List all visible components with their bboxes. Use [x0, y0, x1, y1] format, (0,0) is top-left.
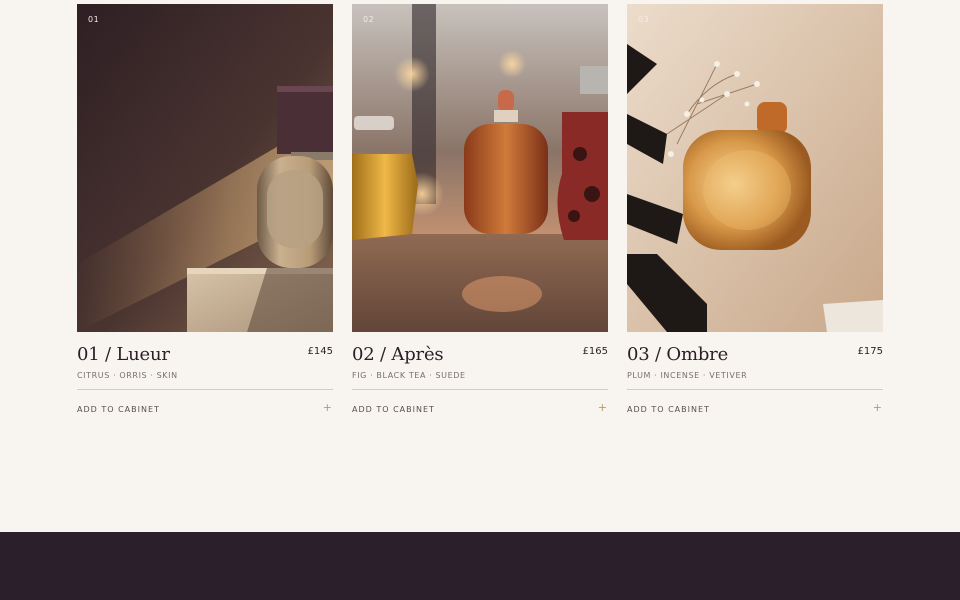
perfume-bottle-image: [77, 4, 333, 332]
plus-icon[interactable]: +: [323, 401, 332, 414]
product-header: 03 / Ombre £175: [627, 344, 883, 366]
product-card-lueur[interactable]: 01 01 / Lueur £145 CITRUS · ORRIS · SKIN…: [77, 4, 333, 415]
product-price: £175: [857, 346, 883, 357]
add-to-cabinet-label: ADD TO CABINET: [627, 405, 710, 414]
add-to-cabinet-button[interactable]: ADD TO CABINET +: [77, 399, 333, 415]
add-to-cabinet-label: ADD TO CABINET: [77, 405, 160, 414]
product-card-ombre[interactable]: 03 03 / Ombre £175 PLUM · INCENSE · VETI…: [627, 4, 883, 415]
perfume-bottles-image: [352, 4, 608, 332]
photo-index-label: 02: [363, 15, 375, 24]
add-to-cabinet-button[interactable]: ADD TO CABINET +: [352, 399, 608, 415]
perfume-bottle-flowers-image: [627, 4, 883, 332]
product-photo-apres[interactable]: 02: [352, 4, 608, 332]
product-grid: 01 01 / Lueur £145 CITRUS · ORRIS · SKIN…: [77, 4, 883, 415]
product-title[interactable]: 03 / Ombre: [627, 344, 883, 366]
product-title[interactable]: 01 / Lueur: [77, 344, 333, 366]
scent-notes: FIG · BLACK TEA · SUEDE: [352, 371, 466, 380]
add-to-cabinet-button[interactable]: ADD TO CABINET +: [627, 399, 883, 415]
divider: [77, 389, 333, 390]
product-title[interactable]: 02 / Après: [352, 344, 608, 366]
product-photo-ombre[interactable]: 03: [627, 4, 883, 332]
photo-index-label: 01: [88, 15, 100, 24]
product-header: 02 / Après £165: [352, 344, 608, 366]
plus-icon[interactable]: +: [598, 401, 607, 414]
site-footer: [0, 532, 960, 600]
product-price: £145: [307, 346, 333, 357]
divider: [352, 389, 608, 390]
scent-notes: CITRUS · ORRIS · SKIN: [77, 371, 178, 380]
scent-notes: PLUM · INCENSE · VETIVER: [627, 371, 748, 380]
product-price: £165: [582, 346, 608, 357]
product-header: 01 / Lueur £145: [77, 344, 333, 366]
plus-icon[interactable]: +: [873, 401, 882, 414]
divider: [627, 389, 883, 390]
add-to-cabinet-label: ADD TO CABINET: [352, 405, 435, 414]
product-photo-lueur[interactable]: 01: [77, 4, 333, 332]
product-card-apres[interactable]: 02 02 / Après £165 FIG · BLACK TEA · SUE…: [352, 4, 608, 415]
photo-index-label: 03: [638, 15, 650, 24]
